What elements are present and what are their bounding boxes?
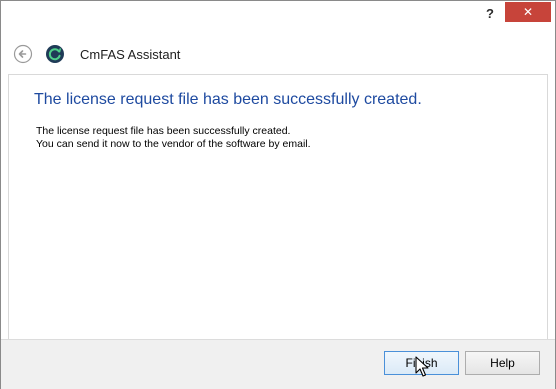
back-arrow-icon xyxy=(13,44,33,64)
message-line: You can send it now to the vendor of the… xyxy=(36,138,311,150)
success-headline: The license request file has been succes… xyxy=(34,91,422,108)
close-icon: ✕ xyxy=(522,5,534,19)
message-body: The license request file has been succes… xyxy=(36,125,311,151)
title-bar: ? ✕ xyxy=(1,1,555,29)
close-button[interactable]: ✕ xyxy=(505,2,551,22)
button-bar: Finish Help xyxy=(1,339,555,389)
content-panel: The license request file has been succes… xyxy=(8,74,548,340)
app-title: CmFAS Assistant xyxy=(80,47,181,62)
back-button[interactable] xyxy=(13,44,33,64)
help-question-button[interactable]: ? xyxy=(477,4,503,24)
help-button[interactable]: Help xyxy=(465,351,540,375)
message-line: The license request file has been succes… xyxy=(36,125,291,137)
app-logo-icon xyxy=(45,44,65,64)
mouse-cursor-icon xyxy=(415,356,429,377)
assistant-window: ? ✕ CmFAS Assistant The license request … xyxy=(0,0,556,389)
header: CmFAS Assistant xyxy=(1,29,555,75)
